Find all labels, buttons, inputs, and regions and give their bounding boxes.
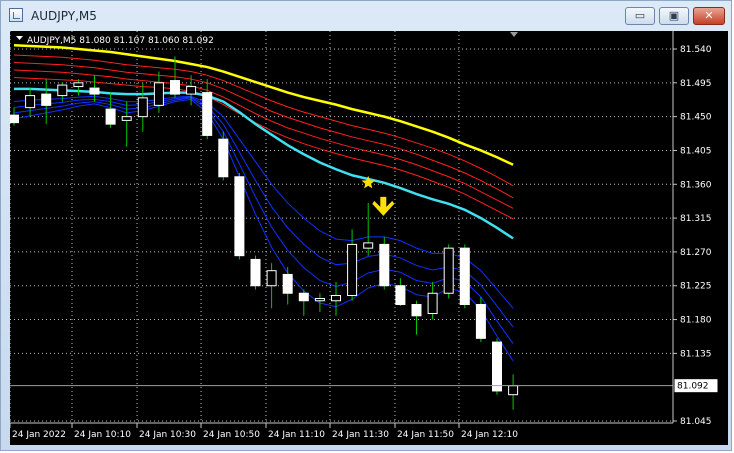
time-tick-label: 24 Jan 11:50 — [397, 430, 454, 440]
candle-body — [41, 93, 52, 106]
price-tick-label: 81.360 — [680, 180, 712, 190]
time-tick-label: 24 Jan 2022 — [12, 430, 66, 440]
candle-body — [379, 243, 390, 287]
candle-body — [105, 108, 116, 125]
time-tick-label: 24 Jan 11:30 — [332, 430, 389, 440]
candle-body — [9, 114, 19, 124]
time-tick-label: 24 Jan 10:30 — [139, 430, 196, 440]
chart-window-icon — [9, 8, 23, 22]
sell-arrow-icon — [372, 196, 395, 216]
ohlc-label: AUDJPY,M5 81.080 81.107 81.060 81.092 — [27, 36, 214, 46]
price-tick-label: 81.450 — [680, 113, 712, 123]
chart-grid — [9, 31, 673, 423]
time-tick-label: 24 Jan 12:10 — [461, 430, 518, 440]
price-tick-label: 81.540 — [680, 45, 712, 55]
chart-shift-marker-icon[interactable] — [510, 32, 518, 37]
candle-body — [57, 84, 68, 97]
current-price-label: 81.092 — [677, 382, 709, 392]
price-tick-label: 81.405 — [680, 146, 712, 156]
time-tick-label: 24 Jan 10:10 — [74, 430, 131, 440]
window-title: AUDJPY,M5 — [31, 9, 97, 23]
time-axis: 24 Jan 2022 24 Jan 10:10 24 Jan 10:30 24 Ja… — [9, 423, 518, 440]
candle-body — [25, 95, 36, 109]
price-tick-label: 81.135 — [680, 349, 712, 359]
candle-body — [234, 176, 245, 257]
close-button[interactable]: ✕ — [693, 7, 725, 25]
candlesticks — [9, 56, 519, 410]
candle-body — [282, 273, 293, 294]
candle-body — [121, 116, 132, 121]
window-titlebar[interactable]: AUDJPY,M5 ▭ ▣ ✕ — [1, 1, 731, 31]
candle-body — [508, 385, 519, 396]
candle-body — [314, 298, 325, 302]
candle-body — [331, 294, 341, 302]
candle-body — [475, 304, 486, 339]
price-chart[interactable]: 81.540 81.495 81.450 81.405 81.360 81.315 81.2… — [9, 31, 728, 445]
candle-body — [186, 86, 197, 95]
candle-body — [411, 304, 422, 317]
chart-window: AUDJPY,M5 ▭ ▣ ✕ 81.540 81.495 81.450 81.405… — [0, 0, 732, 451]
candle-body — [153, 82, 164, 106]
candle-body — [218, 138, 229, 178]
chart-menu-triangle-icon[interactable] — [16, 36, 23, 40]
candle-body — [427, 292, 438, 315]
minimize-button[interactable]: ▭ — [625, 7, 655, 25]
price-tick-label: 81.180 — [680, 316, 712, 326]
candle-body — [298, 292, 309, 302]
candle-body — [492, 341, 502, 392]
candle-body — [363, 242, 374, 249]
candle-body — [89, 87, 100, 95]
candle-body — [459, 247, 470, 306]
candle-body — [443, 247, 454, 294]
chart-canvas[interactable]: 81.540 81.495 81.450 81.405 81.360 81.315 81.2… — [9, 31, 728, 445]
candle-body — [73, 82, 84, 88]
red-ma-line — [13, 77, 514, 220]
price-tick-label: 81.315 — [680, 214, 712, 224]
price-tick-label: 81.495 — [680, 79, 712, 89]
price-tick-label: 81.225 — [680, 282, 712, 292]
candle-body — [395, 285, 406, 306]
candle-body — [170, 80, 180, 95]
candle-body — [250, 258, 261, 287]
candle-body — [266, 270, 277, 287]
cyan-ma-line — [14, 87, 514, 240]
time-tick-label: 24 Jan 10:50 — [203, 430, 260, 440]
candle-body — [347, 243, 358, 296]
time-tick-label: 24 Jan 11:10 — [268, 430, 325, 440]
candle-body — [202, 92, 213, 136]
price-tick-label: 81.045 — [680, 417, 712, 427]
restore-button[interactable]: ▣ — [659, 7, 689, 25]
price-tick-label: 81.270 — [680, 248, 712, 258]
blue-ma-line — [13, 98, 514, 362]
blue-ma-bands — [13, 95, 514, 362]
price-axis: 81.540 81.495 81.450 81.405 81.360 81.315 81.2… — [10, 45, 719, 427]
cyan-ma-line — [14, 87, 514, 240]
candle-body — [137, 97, 148, 118]
